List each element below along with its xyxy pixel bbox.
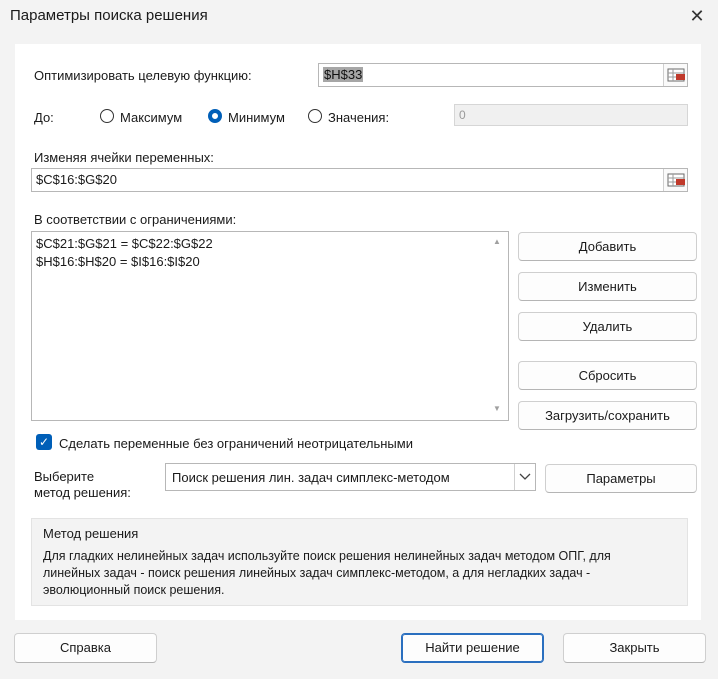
window-title: Параметры поиска решения [10, 7, 208, 24]
radio-minimum-label: Минимум [228, 110, 285, 125]
method-info-text-line2: линейных задач - поиск решения линейных … [43, 566, 591, 580]
to-label: До: [34, 110, 54, 125]
method-info-text-line1: Для гладких нелинейных задач используйте… [43, 549, 611, 563]
list-item[interactable]: $H$16:$H$20 = $I$16:$I$20 [32, 253, 508, 271]
method-info-text-line3: эволюционный поиск решения. [43, 583, 225, 597]
range-select-icon [667, 173, 685, 187]
radio-maximum[interactable] [100, 109, 114, 123]
reset-button[interactable]: Сбросить [518, 361, 697, 390]
radio-value[interactable] [308, 109, 322, 123]
help-button[interactable]: Справка [14, 633, 157, 663]
scroll-up-icon[interactable]: ▲ [492, 237, 502, 247]
combo-divider [514, 464, 515, 490]
load-save-button[interactable]: Загрузить/сохранить [518, 401, 697, 430]
options-button[interactable]: Параметры [545, 464, 697, 493]
delete-button[interactable]: Удалить [518, 312, 697, 341]
objective-label: Оптимизировать целевую функцию: [34, 68, 252, 83]
radio-maximum-label: Максимум [120, 110, 183, 125]
method-select[interactable]: Поиск решения лин. задач симплекс-методо… [165, 463, 536, 491]
radio-minimum[interactable] [208, 109, 222, 123]
objective-input[interactable]: $H$33 [318, 63, 688, 87]
constraints-list[interactable]: $C$21:$G$21 = $C$22:$G$22 $H$16:$H$20 = … [31, 231, 509, 421]
variables-range-button[interactable] [663, 169, 687, 191]
list-item[interactable]: $C$21:$G$21 = $C$22:$G$22 [32, 235, 508, 253]
radio-value-label: Значения: [328, 110, 390, 125]
nonnegative-checkbox[interactable]: ✓ [36, 434, 52, 450]
change-button[interactable]: Изменить [518, 272, 697, 301]
method-selected: Поиск решения лин. задач симплекс-методо… [172, 470, 450, 485]
method-label-line1: Выберите [34, 469, 95, 484]
close-button[interactable]: Закрыть [563, 633, 706, 663]
chevron-down-icon[interactable] [518, 472, 532, 482]
solve-button[interactable]: Найти решение [401, 633, 544, 663]
method-info-title: Метод решения [43, 526, 139, 541]
method-info-group: Метод решения Для гладких нелинейных зад… [31, 518, 688, 606]
objective-range-button[interactable] [663, 64, 687, 86]
range-select-icon [667, 68, 685, 82]
scroll-down-icon[interactable]: ▼ [492, 404, 502, 414]
variables-input[interactable]: $C$16:$G$20 [31, 168, 688, 192]
add-button[interactable]: Добавить [518, 232, 697, 261]
constraints-label: В соответствии с ограничениями: [34, 212, 237, 227]
method-label-line2: метод решения: [34, 485, 131, 500]
close-window-button[interactable]: ✕ [682, 3, 712, 29]
objective-value: $H$33 [323, 67, 364, 82]
variables-label: Изменяя ячейки переменных: [34, 150, 214, 165]
value-of-input[interactable]: 0 [454, 104, 688, 126]
nonnegative-label: Сделать переменные без ограничений неотр… [59, 436, 413, 451]
